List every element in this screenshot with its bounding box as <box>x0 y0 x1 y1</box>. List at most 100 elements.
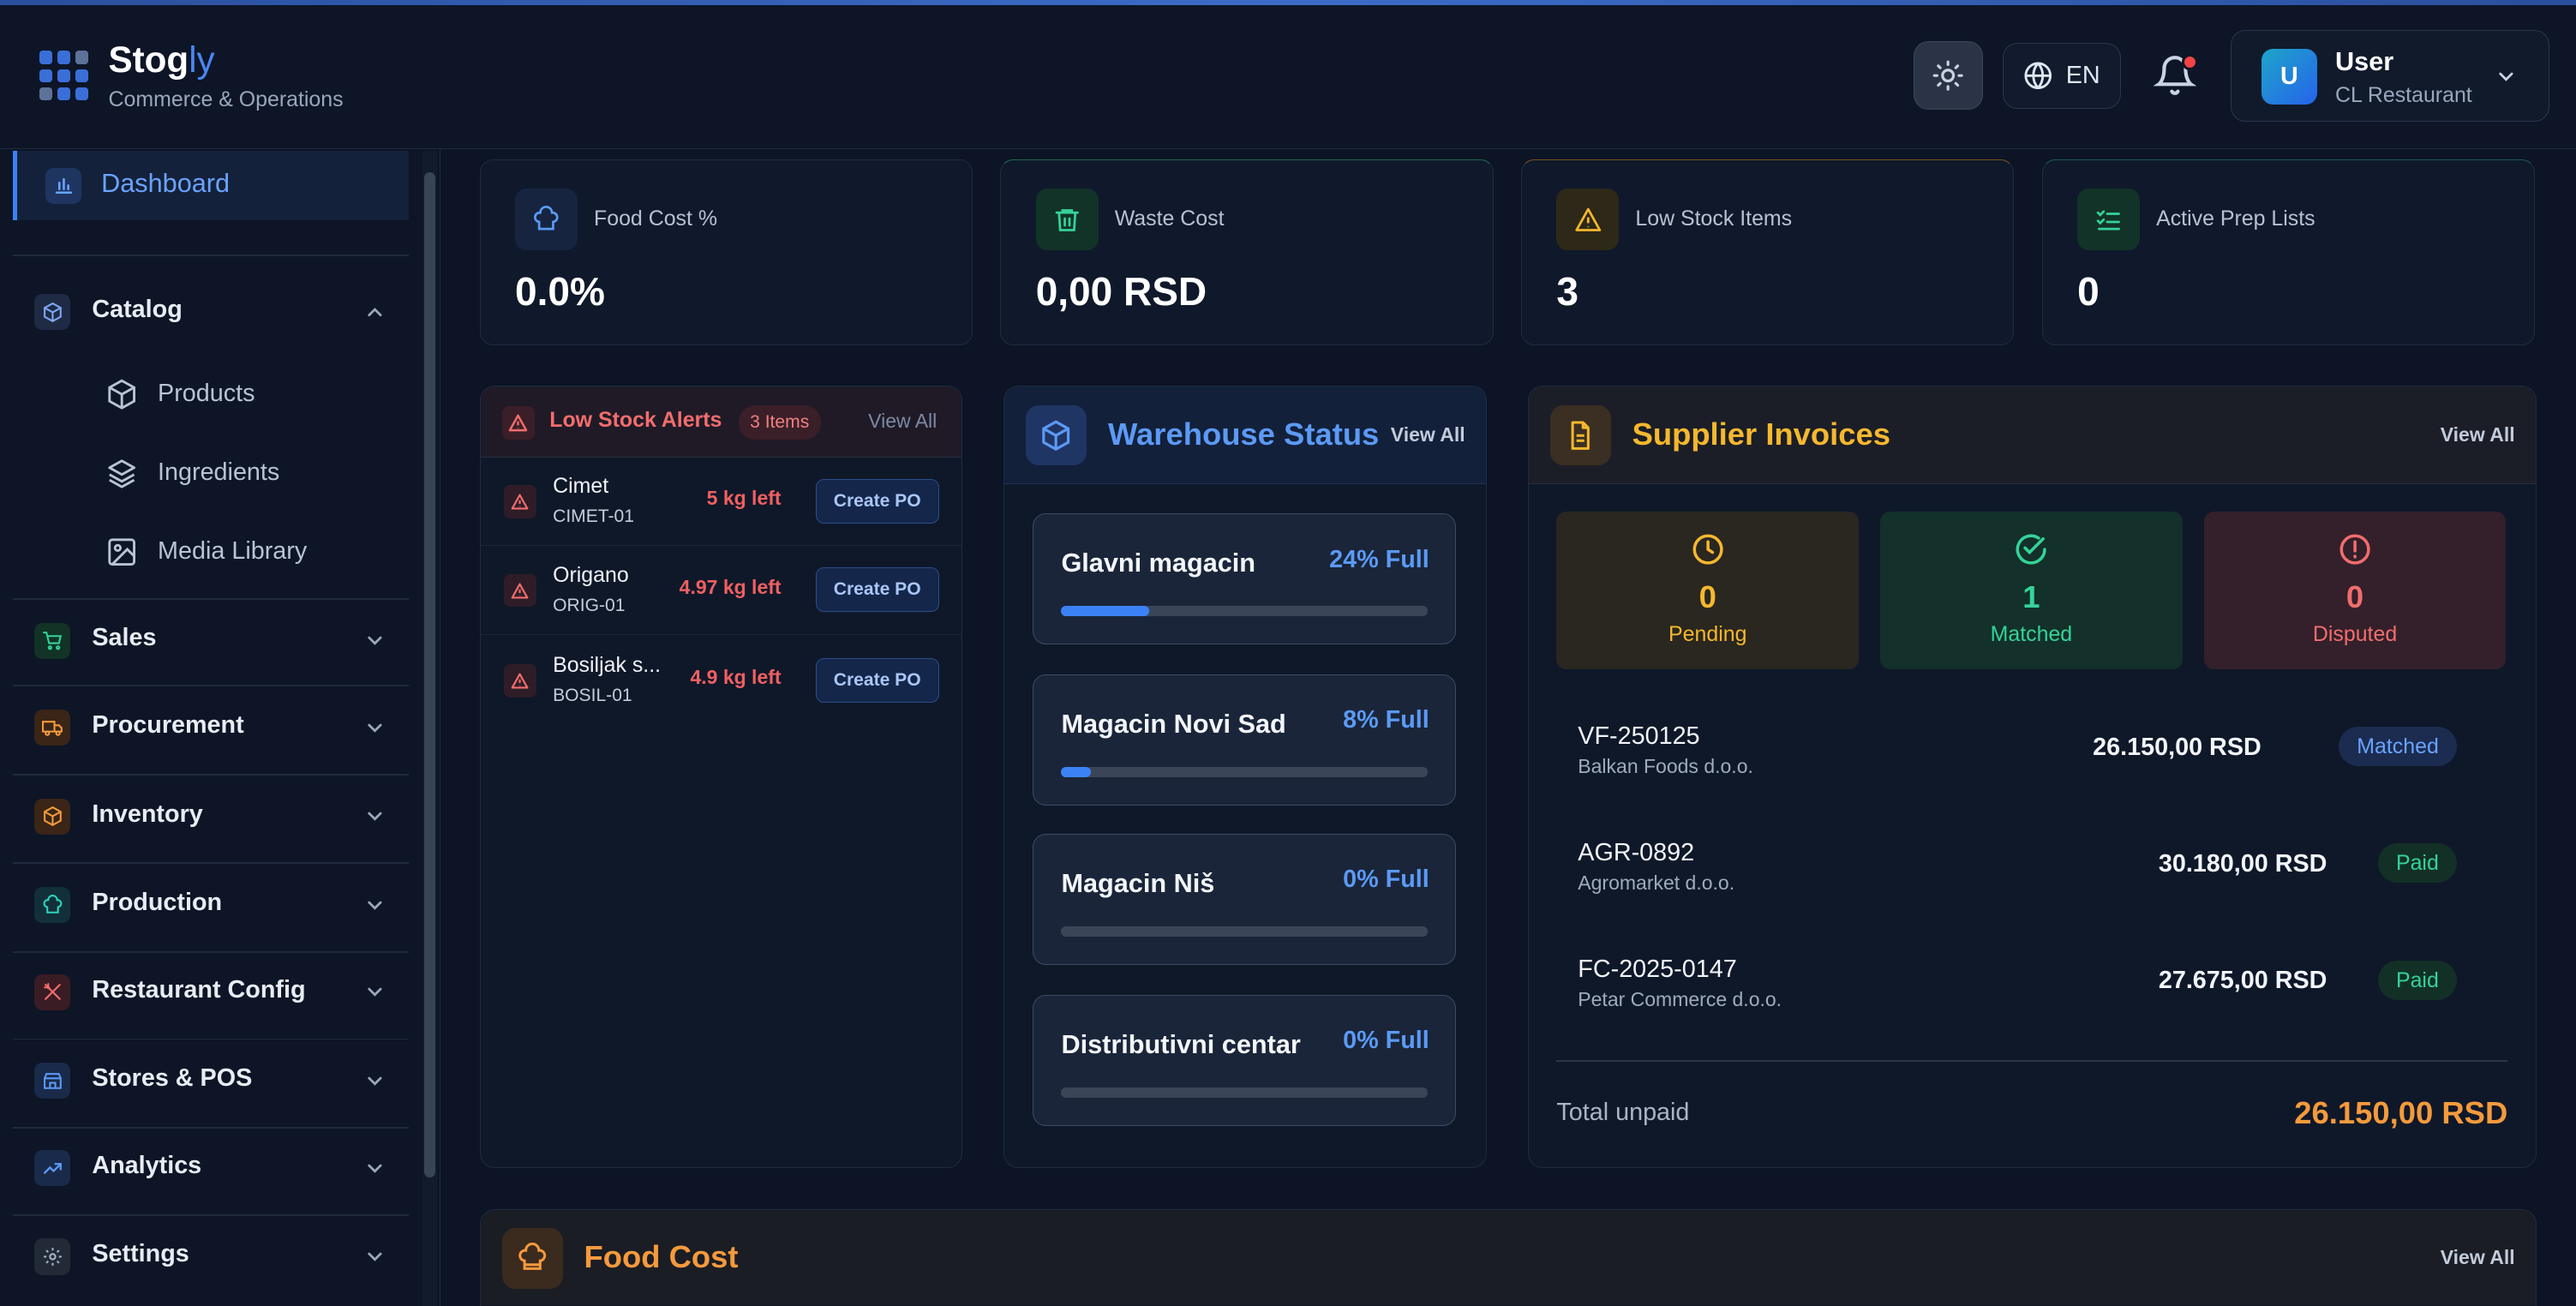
gear-icon <box>34 1238 71 1275</box>
invoice-row[interactable]: FC-2025-0147 Petar Commerce d.o.o. 27.67… <box>1578 956 2489 1021</box>
sidebar-item-catalog[interactable]: Catalog <box>13 276 409 348</box>
stock-left: 4.97 kg left <box>679 575 782 598</box>
avatar: U <box>2261 48 2317 105</box>
stat-label: Low Stock Items <box>1635 206 1793 231</box>
warning-icon <box>501 406 535 440</box>
invoice-amount: 27.675,00 RSD <box>2158 967 2327 995</box>
warehouse-card[interactable]: Distributivni centar 0% Full <box>1032 994 1457 1127</box>
item-code: CIMET-01 <box>553 506 634 527</box>
sidebar-item-analytics[interactable]: Analytics <box>13 1132 409 1204</box>
pending-summary[interactable]: 0 Pending <box>1556 512 1860 670</box>
theme-toggle-button[interactable] <box>1914 40 1983 111</box>
capacity-fill <box>1061 606 1150 616</box>
warehouse-fill-label: 24% Full <box>1329 545 1429 573</box>
item-name: Origano <box>553 562 629 587</box>
chevron-down-icon <box>367 1076 382 1086</box>
layers-icon <box>108 459 135 488</box>
warehouse-name: Distributivni centar <box>1061 1030 1301 1060</box>
invoice-amount: 26.150,00 RSD <box>2093 733 2261 761</box>
sidebar-item-label: Settings <box>92 1240 189 1268</box>
stat-value: 3 <box>1556 269 1579 315</box>
stat-value: 0,00 RSD <box>1035 269 1207 315</box>
create-po-button[interactable]: Create PO <box>815 478 939 524</box>
sidebar-item-sales[interactable]: Sales <box>13 604 409 676</box>
summary-count: 0 <box>1698 578 1716 614</box>
store-icon <box>34 1063 71 1099</box>
sidebar-item-label: Inventory <box>92 800 203 828</box>
warehouse-card[interactable]: Magacin Niš 0% Full <box>1032 833 1457 966</box>
sidebar-item-label: Catalog <box>92 296 183 324</box>
chevron-down-icon <box>367 901 382 910</box>
divider <box>1556 1060 2508 1063</box>
total-unpaid-label: Total unpaid <box>1556 1098 1690 1126</box>
stat-label: Active Prep Lists <box>2156 206 2315 231</box>
sidebar-item-stores-pos[interactable]: Stores & POS <box>13 1045 409 1117</box>
language-button[interactable]: EN <box>2002 42 2121 109</box>
sidebar-divider <box>13 597 410 600</box>
sidebar-item-procurement[interactable]: Procurement <box>13 692 409 764</box>
view-all-link[interactable]: View All <box>2441 423 2515 446</box>
cube-icon <box>1026 404 1087 466</box>
chef-hat-icon <box>501 1227 563 1289</box>
stat-label: Food Cost % <box>594 206 717 231</box>
sidebar-item-restaurant-config[interactable]: Restaurant Config <box>13 956 409 1028</box>
capacity-bar <box>1061 1087 1428 1098</box>
sidebar-item-production[interactable]: Production <box>13 869 409 941</box>
warning-icon <box>503 664 536 698</box>
sidebar-item-label: Stores & POS <box>92 1064 253 1093</box>
chevron-down-icon <box>367 1164 382 1173</box>
supplier-invoices-panel: Supplier Invoices View All 0 Pending 1 M… <box>1527 386 2537 1168</box>
user-menu-button[interactable]: U User CL Restaurant <box>2231 29 2550 122</box>
box-icon <box>108 379 135 410</box>
matched-summary[interactable]: 1 Matched <box>1880 512 2183 670</box>
warehouse-card[interactable]: Glavni magacin 24% Full <box>1032 513 1457 645</box>
invoice-id: VF-250125 <box>1578 722 1700 750</box>
item-name: Bosiljak s... <box>553 653 662 678</box>
sidebar-item-label: Procurement <box>92 711 244 740</box>
sidebar-divider <box>13 773 410 776</box>
logo-icon <box>39 51 89 100</box>
create-po-button[interactable]: Create PO <box>815 657 939 703</box>
item-code: BOSIL-01 <box>553 686 632 706</box>
check-circle-icon <box>2016 534 2046 565</box>
summary-label: Matched <box>1990 621 2073 646</box>
warehouse-name: Glavni magacin <box>1061 548 1256 578</box>
sidebar-divider <box>13 1213 410 1216</box>
warehouse-card[interactable]: Magacin Novi Sad 8% Full <box>1032 674 1457 806</box>
stock-left: 5 kg left <box>706 487 782 510</box>
user-name: User <box>2335 46 2394 76</box>
status-badge: Matched <box>2339 727 2457 767</box>
disputed-summary[interactable]: 0 Disputed <box>2203 512 2507 670</box>
sidebar-item-dashboard[interactable]: Dashboard <box>13 151 410 220</box>
total-unpaid-value: 26.150,00 RSD <box>2294 1094 2508 1130</box>
invoices-header: Supplier Invoices View All <box>1528 386 2536 484</box>
image-icon <box>108 538 135 566</box>
stat-card-food-cost: Food Cost % 0.0% <box>479 159 973 345</box>
invoice-row[interactable]: VF-250125 Balkan Foods d.o.o. 26.150,00 … <box>1578 722 2489 788</box>
trending-up-icon <box>34 1149 71 1187</box>
view-all-link[interactable]: View All <box>1391 423 1465 446</box>
sidebar-subitem-label: Media Library <box>158 536 308 565</box>
sidebar-divider <box>13 1038 410 1040</box>
view-all-link[interactable]: View All <box>868 410 937 433</box>
invoice-supplier: Agromarket d.o.o. <box>1578 871 1735 894</box>
sidebar-item-settings[interactable]: Settings <box>13 1220 409 1292</box>
view-all-link[interactable]: View All <box>2441 1246 2515 1269</box>
food-cost-header: Food Cost View All <box>480 1209 2536 1306</box>
app-header: Stogly Commerce & Operations EN U User C… <box>0 4 2576 150</box>
panel-title: Warehouse Status <box>1108 416 1380 452</box>
chef-hat-icon <box>34 887 71 924</box>
clock-icon <box>1692 534 1723 565</box>
stat-value: 0 <box>2077 269 2100 315</box>
invoice-row[interactable]: AGR-0892 Agromarket d.o.o. 30.180,00 RSD… <box>1578 839 2489 905</box>
chevron-down-icon <box>367 1252 382 1261</box>
sidebar-scrollbar[interactable] <box>423 172 435 1178</box>
item-code: ORIG-01 <box>553 595 626 615</box>
sidebar-item-inventory[interactable]: Inventory <box>13 781 409 853</box>
sidebar-divider <box>13 685 410 687</box>
invoice-id: FC-2025-0147 <box>1578 955 1737 983</box>
stat-card-prep-lists: Active Prep Lists 0 <box>2041 159 2535 345</box>
sidebar-item-label: Analytics <box>92 1151 202 1179</box>
brand-subtitle: Commerce & Operations <box>108 87 344 111</box>
create-po-button[interactable]: Create PO <box>815 567 939 613</box>
